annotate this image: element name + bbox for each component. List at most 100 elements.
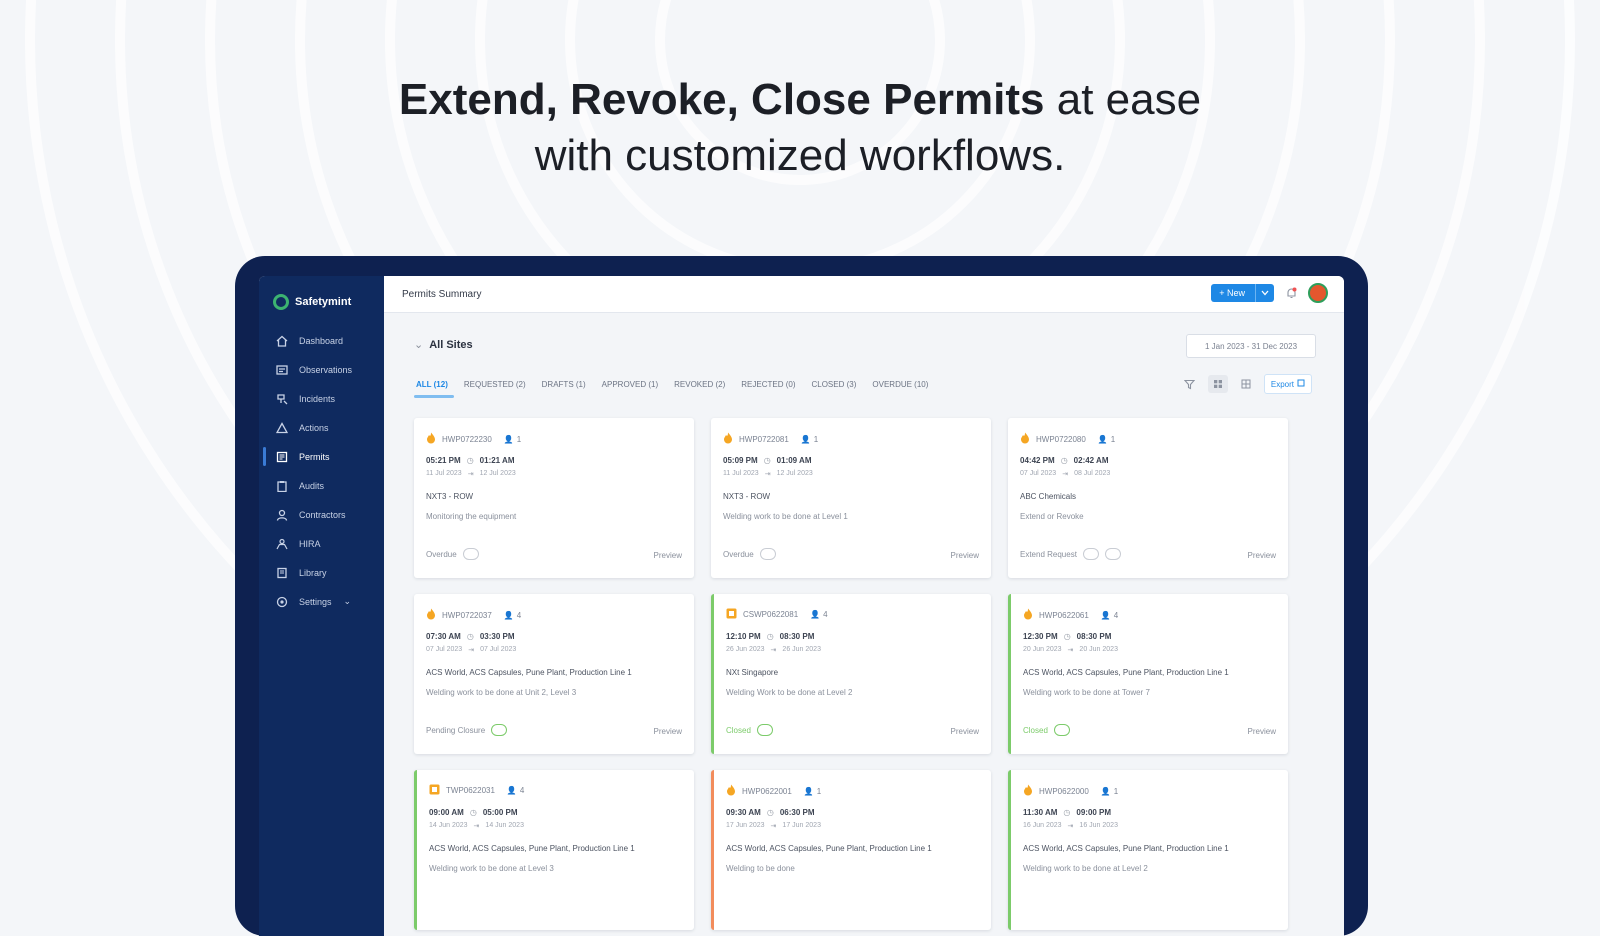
- count-value: 1: [813, 434, 819, 444]
- sidebar-item-audits[interactable]: Audits: [259, 471, 384, 500]
- card-times: 05:09 PM ◷ 01:09 AM: [723, 456, 812, 465]
- end-time: 03:30 PM: [479, 632, 515, 641]
- permit-type-icon: [726, 608, 737, 621]
- filter-icon[interactable]: [1180, 375, 1200, 393]
- new-button[interactable]: + New: [1211, 284, 1274, 302]
- flame-icon: [1023, 608, 1033, 622]
- flame-icon: [426, 432, 436, 446]
- clock-icon: ◷: [763, 456, 771, 465]
- status-pill-icon: [1104, 548, 1121, 560]
- permit-card[interactable]: HWP0722080 👤 1 04:42 PM ◷ 02:42 AM 07 Jul…: [1008, 418, 1288, 578]
- permit-card[interactable]: HWP0722230 👤 1 05:21 PM ◷ 01:21 AM 11 Jul…: [414, 418, 694, 578]
- assignee-count: 👤 1: [504, 435, 521, 444]
- card-location: ABC Chemicals: [1020, 492, 1077, 501]
- card-times: 12:10 PM ◷ 08:30 PM: [726, 632, 814, 641]
- flame-icon: [1020, 432, 1030, 446]
- sidebar-item-actions[interactable]: Actions: [259, 413, 384, 442]
- laptop-frame: Safetymint Dashboard Observations Incide…: [235, 256, 1368, 936]
- sidebar-item-hira[interactable]: HIRA: [259, 529, 384, 558]
- tab-approved[interactable]: APPROVED (1): [602, 380, 658, 398]
- status-text: Overdue: [426, 549, 457, 559]
- site-filter[interactable]: ⌄ All Sites: [414, 338, 473, 352]
- sidebar-item-observations[interactable]: Observations: [259, 355, 384, 384]
- assignee-count: 👤 1: [804, 787, 821, 796]
- date-range-picker[interactable]: 1 Jan 2023 - 31 Dec 2023: [1186, 334, 1316, 358]
- home-icon: [275, 334, 289, 348]
- count-value: 4: [1113, 610, 1119, 620]
- view-tools: Export: [1180, 374, 1312, 394]
- sidebar-item-label: HIRA: [299, 538, 321, 549]
- end-date: 17 Jun 2023: [782, 822, 821, 829]
- brand[interactable]: Safetymint: [259, 276, 384, 316]
- preview-link[interactable]: Preview: [1248, 727, 1276, 736]
- card-dates: 07 Jul 2023 ⇥ 07 Jul 2023: [426, 646, 516, 654]
- tab-drafts[interactable]: DRAFTS (1): [542, 380, 586, 398]
- grid-view-icon[interactable]: [1207, 375, 1228, 393]
- card-status: Overdue: [426, 548, 479, 560]
- permit-card[interactable]: HWP0622000 👤 1 11:30 AM ◷ 09:00 PM 16 Jun…: [1008, 770, 1288, 930]
- end-date: 08 Jul 2023: [1074, 470, 1111, 477]
- permit-card[interactable]: HWP0622061 👤 4 12:30 PM ◷ 08:30 PM 20 Jun…: [1008, 594, 1288, 754]
- arrow-icon: ⇥: [467, 471, 474, 478]
- card-dates: 20 Jun 2023 ⇥ 20 Jun 2023: [1023, 646, 1118, 654]
- warning-icon: [275, 421, 289, 435]
- status-pill-icon: [1082, 548, 1099, 560]
- sidebar-item-incidents[interactable]: Incidents: [259, 384, 384, 413]
- preview-link[interactable]: Preview: [951, 727, 979, 736]
- avatar[interactable]: [1308, 283, 1328, 303]
- preview-link[interactable]: Preview: [951, 551, 979, 560]
- assignee-count: 👤 1: [1101, 787, 1118, 796]
- status-pill-icon: [1053, 724, 1070, 736]
- card-times: 07:30 AM ◷ 03:30 PM: [426, 632, 515, 641]
- notification-bell-icon[interactable]: [1284, 286, 1298, 300]
- permit-card[interactable]: HWP0722081 👤 1 05:09 PM ◷ 01:09 AM 11 Jul…: [711, 418, 991, 578]
- sidebar-item-permits[interactable]: Permits: [259, 442, 384, 471]
- clock-icon: ◷: [469, 808, 477, 817]
- status-text: Closed: [726, 725, 751, 735]
- card-header: HWP0722080 👤 1: [1020, 432, 1115, 446]
- card-header: HWP0722037 👤 4: [426, 608, 521, 622]
- card-description: Welding work to be done at Level 2: [1023, 864, 1148, 873]
- person-icon: 👤: [1097, 434, 1108, 444]
- permit-card[interactable]: TWP0622031 👤 4 09:00 AM ◷ 05:00 PM 14 Jun…: [414, 770, 694, 930]
- sidebar-item-library[interactable]: Library: [259, 558, 384, 587]
- sidebar-item-contractors[interactable]: Contractors: [259, 500, 384, 529]
- arrow-icon: ⇥: [468, 647, 475, 654]
- book-icon: [275, 566, 289, 580]
- sidebar-item-label: Actions: [299, 422, 329, 433]
- card-description: Welding work to be done at Tower 7: [1023, 688, 1150, 697]
- tab-overdue[interactable]: OVERDUE (10): [872, 380, 928, 398]
- arrow-icon: ⇥: [473, 823, 480, 830]
- card-status: Closed: [726, 724, 773, 736]
- card-status: Overdue: [723, 548, 776, 560]
- sidebar-item-dashboard[interactable]: Dashboard: [259, 326, 384, 355]
- preview-link[interactable]: Preview: [1248, 551, 1276, 560]
- tab-revoked[interactable]: REVOKED (2): [674, 380, 725, 398]
- permit-card[interactable]: CSWP0622081 👤 4 12:10 PM ◷ 08:30 PM 26 Ju…: [711, 594, 991, 754]
- list-view-icon[interactable]: [1236, 375, 1256, 393]
- flame-icon: [723, 432, 733, 446]
- sidebar-item-settings[interactable]: Settings ⌄: [259, 587, 384, 616]
- new-dropdown-chevron-icon[interactable]: [1255, 284, 1274, 302]
- card-status: Pending Closure: [426, 724, 508, 736]
- card-status: Extend Request: [1020, 548, 1121, 560]
- person-icon: 👤: [800, 434, 811, 444]
- alert-icon: [275, 392, 289, 406]
- export-button[interactable]: Export: [1263, 374, 1312, 394]
- chevron-down-icon: ⌄: [343, 596, 352, 606]
- start-date: 26 Jun 2023: [726, 646, 765, 653]
- tab-closed[interactable]: CLOSED (3): [811, 380, 856, 398]
- tab-all[interactable]: ALL (12): [414, 380, 454, 398]
- card-description: Monitoring the equipment: [426, 512, 517, 521]
- card-location: NXT3 - ROW: [426, 492, 474, 501]
- tab-requested[interactable]: REQUESTED (2): [464, 380, 526, 398]
- start-time: 04:42 PM: [1020, 456, 1055, 465]
- card-location: NXt Singapore: [726, 668, 779, 677]
- permit-card[interactable]: HWP0622001 👤 1 09:30 AM ◷ 06:30 PM 17 Jun…: [711, 770, 991, 930]
- preview-link[interactable]: Preview: [654, 551, 682, 560]
- preview-link[interactable]: Preview: [654, 727, 682, 736]
- sidebar-item-label: Dashboard: [299, 335, 344, 346]
- permit-card[interactable]: HWP0722037 👤 4 07:30 AM ◷ 03:30 PM 07 Jul…: [414, 594, 694, 754]
- tab-rejected[interactable]: REJECTED (0): [741, 380, 795, 398]
- sidebar-item-label: Contractors: [299, 509, 346, 520]
